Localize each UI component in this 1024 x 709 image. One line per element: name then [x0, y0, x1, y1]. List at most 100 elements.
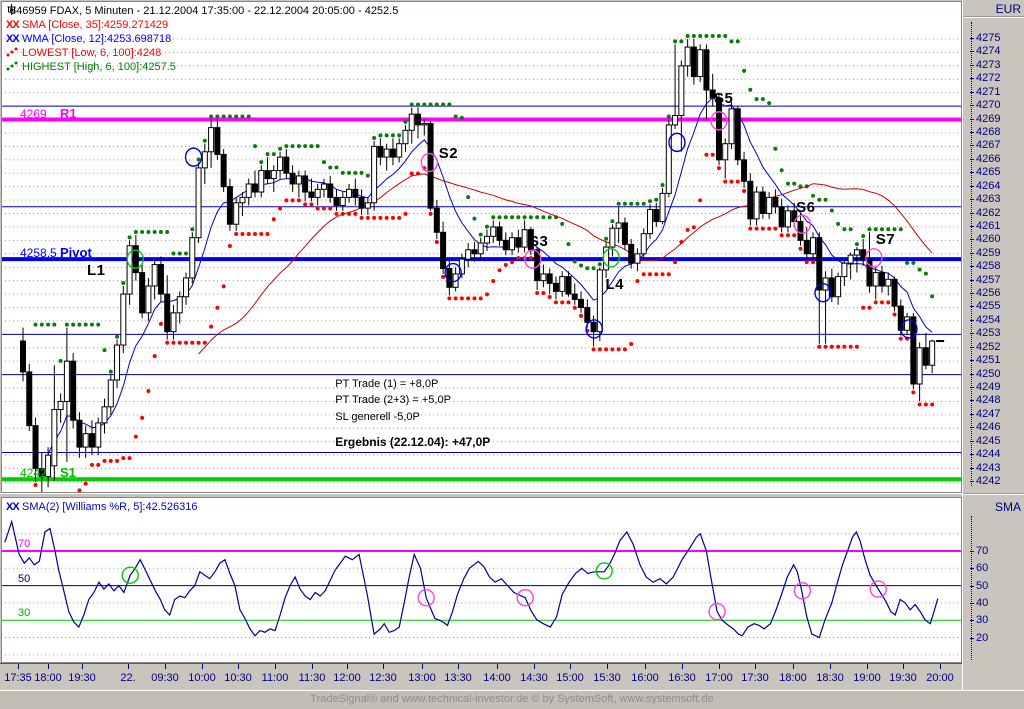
- level-value-label: 4242: [20, 466, 47, 481]
- price-tick: 4268: [969, 125, 1001, 138]
- legend-highest-label: HIGHEST [High, 6, 100]:4257.5: [22, 61, 176, 73]
- trade-label-S3: S3: [528, 232, 549, 250]
- price-tick: 4272: [969, 72, 1001, 85]
- price-tick: 4264: [969, 179, 1001, 192]
- price-tick: 4269: [969, 112, 1001, 125]
- chart-title-row: 846959 FDAX, 5 Minuten - 21.12.2004 17:3…: [6, 4, 398, 18]
- price-tick: 4262: [969, 206, 1001, 219]
- oscillator-legend: XX SMA(2) [Williams %R, 5]:42.526316: [6, 500, 197, 514]
- level-value-label: 4258.5: [20, 246, 57, 261]
- trade-label-S5: S5: [713, 90, 734, 108]
- footer-credit: TradeSignal® and www.technical-investor.…: [0, 690, 1024, 709]
- price-tick: 4261: [969, 219, 1001, 232]
- osc-level-label: 30: [18, 607, 31, 620]
- legend-sma[interactable]: XX SMA [Close, 35]:4259.271429: [6, 18, 398, 32]
- scatter-icon: [6, 47, 20, 57]
- price-tick: 4244: [969, 448, 1001, 461]
- chart-title: 846959 FDAX, 5 Minuten - 21.12.2004 17:3…: [10, 5, 399, 17]
- annotation: PT Trade (1) = +8,0P: [335, 378, 439, 391]
- time-tick: [238, 664, 239, 669]
- price-tick: 4250: [969, 367, 1001, 380]
- legend-osc[interactable]: XX SMA(2) [Williams %R, 5]:42.526316: [6, 500, 197, 514]
- time-label: 19:30: [68, 672, 96, 684]
- price-tick: 4270: [969, 99, 1001, 112]
- legend-sma-label: SMA [Close, 35]:4259.271429: [22, 19, 169, 31]
- time-tick: [128, 664, 129, 669]
- price-tick: 4273: [969, 58, 1001, 71]
- line-icon: XX: [6, 19, 20, 31]
- trade-label-S2: S2: [438, 145, 459, 163]
- time-tick: [275, 664, 276, 669]
- time-tick: [347, 664, 348, 669]
- legend-wma-label: WMA [Close, 12]:4253.698718: [22, 33, 172, 45]
- price-tick: 4246: [969, 421, 1001, 434]
- legend-highest[interactable]: HIGHEST [High, 6, 100]:4257.5: [6, 60, 398, 74]
- osc-tick: 70: [969, 545, 989, 557]
- legend-osc-label: SMA(2) [Williams %R, 5]:42.526316: [22, 501, 198, 513]
- legend-wma[interactable]: XX WMA [Close, 12]:4253.698718: [6, 32, 398, 46]
- price-tick: 4265: [969, 166, 1001, 179]
- time-tick: [830, 664, 831, 669]
- annotation: PT Trade (2+3) = +5,0P: [335, 394, 451, 407]
- legend-lowest-label: LOWEST [Low, 6, 100]:4248: [22, 47, 162, 59]
- time-label: 12:30: [369, 672, 397, 684]
- price-tick: 4275: [969, 32, 1001, 44]
- williams-r-chart: [2, 519, 961, 656]
- price-tick: 4260: [969, 233, 1001, 246]
- time-label: 20:00: [926, 672, 954, 684]
- osc-tick: 40: [969, 596, 989, 609]
- axis-header-sma: SMA: [994, 500, 1021, 514]
- osc-tick: 30: [969, 614, 989, 627]
- legend-lowest[interactable]: LOWEST [Low, 6, 100]:4248: [6, 46, 398, 60]
- time-tick: [497, 664, 498, 669]
- time-tick: [18, 664, 19, 669]
- level-name-label: Pivot: [60, 245, 92, 261]
- axis-divider: [963, 16, 1024, 18]
- price-tick: 4258: [969, 260, 1001, 273]
- price-axis-column[interactable]: EUR 4275 4274 4273 4272 4271 4270 4269 4268 4267…: [962, 0, 1024, 690]
- time-tick: [682, 664, 683, 669]
- trade-label-S6: S6: [796, 199, 816, 217]
- time-tick: [458, 664, 459, 669]
- osc-tick: 60: [969, 562, 989, 575]
- scatter-icon: [6, 61, 20, 71]
- oscillator-panel[interactable]: XX SMA(2) [Williams %R, 5]:42.526316 70 50…: [1, 497, 962, 663]
- price-tick: 4256: [969, 287, 1001, 300]
- time-axis[interactable]: 17:35 18:00 19:30 22. 09:30 10:00 10:30 11:00 11…: [0, 663, 962, 691]
- price-tick: 4267: [969, 139, 1001, 152]
- time-tick: [940, 664, 941, 669]
- osc-tick: 50: [969, 579, 989, 592]
- time-tick: [645, 664, 646, 669]
- price-tick: 4251: [969, 354, 1001, 367]
- main-chart-panel[interactable]: 846959 FDAX, 5 Minuten - 21.12.2004 17:3…: [1, 1, 962, 493]
- price-tick: 4252: [969, 340, 1001, 353]
- osc-level-label: 70: [18, 538, 31, 550]
- price-tick: 4266: [969, 152, 1001, 165]
- annotation: Ergebnis (22.12.04): +47,0P: [335, 434, 491, 449]
- price-tick: 4274: [969, 45, 1001, 58]
- price-tick: 4248: [969, 394, 1001, 407]
- time-tick: [719, 664, 720, 669]
- price-tick: 4257: [969, 273, 1001, 286]
- trade-label-L4: L4: [605, 275, 624, 293]
- time-tick: [755, 664, 756, 669]
- annotation: SL generell -5,0P: [335, 410, 420, 423]
- time-tick: [422, 664, 423, 669]
- axis-divider: [963, 493, 1024, 495]
- price-tick: 4271: [969, 85, 1001, 98]
- candlestick-chart: [2, 34, 961, 492]
- time-tick: [867, 664, 868, 669]
- time-tick: [165, 664, 166, 669]
- price-tick: 4253: [969, 327, 1001, 340]
- price-tick: 4259: [969, 246, 1001, 259]
- time-tick: [534, 664, 535, 669]
- time-tick: [793, 664, 794, 669]
- time-tick: [607, 664, 608, 669]
- line-icon: XX: [6, 501, 20, 513]
- osc-tick: 20: [969, 631, 989, 644]
- time-tick: [202, 664, 203, 669]
- level-name-label: R1: [60, 105, 77, 121]
- price-tick: 4243: [969, 461, 1001, 474]
- osc-level-label: 50: [18, 572, 31, 585]
- price-tick: 4242: [969, 474, 1001, 487]
